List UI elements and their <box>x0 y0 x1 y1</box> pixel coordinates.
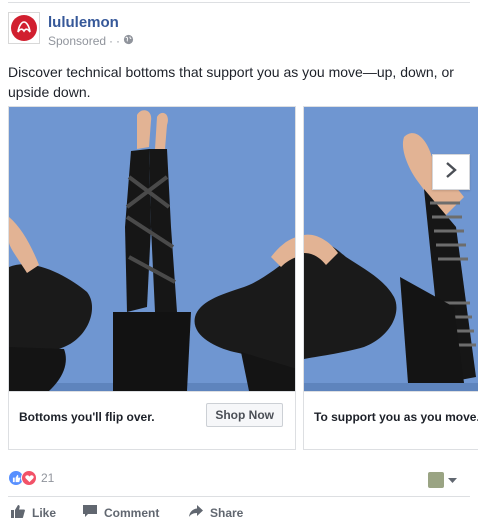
share-button[interactable]: Share <box>188 503 243 522</box>
share-arrow-icon <box>188 503 204 522</box>
top-divider <box>8 2 470 3</box>
carousel: Bottoms you'll flip over. Shop Now To su… <box>8 106 478 452</box>
caret-down-icon <box>448 471 457 489</box>
lululemon-logo-icon <box>11 15 37 41</box>
card-1-footer: Bottoms you'll flip over. Shop Now <box>9 391 295 451</box>
page-name-link[interactable]: lululemon <box>48 14 119 31</box>
carousel-next-button[interactable] <box>432 154 470 190</box>
reactions-summary[interactable]: 21 <box>8 470 54 486</box>
meta-separator-2: · <box>116 34 121 48</box>
shop-now-button[interactable]: Shop Now <box>206 403 283 427</box>
comment-icon <box>82 503 98 522</box>
like-label: Like <box>32 505 57 520</box>
like-button[interactable]: Like <box>10 503 56 522</box>
chevron-right-icon <box>445 161 457 184</box>
card-2-photo[interactable] <box>304 107 478 391</box>
card-2-footer: To support you as you move. <box>304 391 478 451</box>
meta-separator: · <box>109 34 114 48</box>
viewer-avatar <box>428 472 444 488</box>
love-reaction-icon <box>21 470 37 486</box>
page-avatar[interactable] <box>8 12 40 44</box>
card-2-title: To support you as you move. <box>314 410 478 424</box>
comment-button[interactable]: Comment <box>82 503 159 522</box>
share-label: Share <box>210 505 244 520</box>
sponsored-label[interactable]: Sponsored <box>48 34 106 48</box>
post-actions: Like Comment Share <box>8 503 470 523</box>
post-meta: Sponsored · · <box>48 34 134 48</box>
post-caption: Discover technical bottoms that support … <box>8 64 454 100</box>
actions-divider <box>8 496 470 497</box>
post-header: lululemon Sponsored · · <box>8 12 468 52</box>
card-1-title: Bottoms you'll flip over. <box>19 410 155 424</box>
viewer-selector[interactable] <box>428 471 457 489</box>
carousel-card-1[interactable]: Bottoms you'll flip over. Shop Now <box>8 106 296 450</box>
globe-icon <box>123 34 134 48</box>
card-1-photo[interactable] <box>9 107 295 391</box>
comment-label: Comment <box>104 505 160 520</box>
thumbs-up-icon <box>10 503 26 522</box>
reaction-count[interactable]: 21 <box>41 471 54 485</box>
